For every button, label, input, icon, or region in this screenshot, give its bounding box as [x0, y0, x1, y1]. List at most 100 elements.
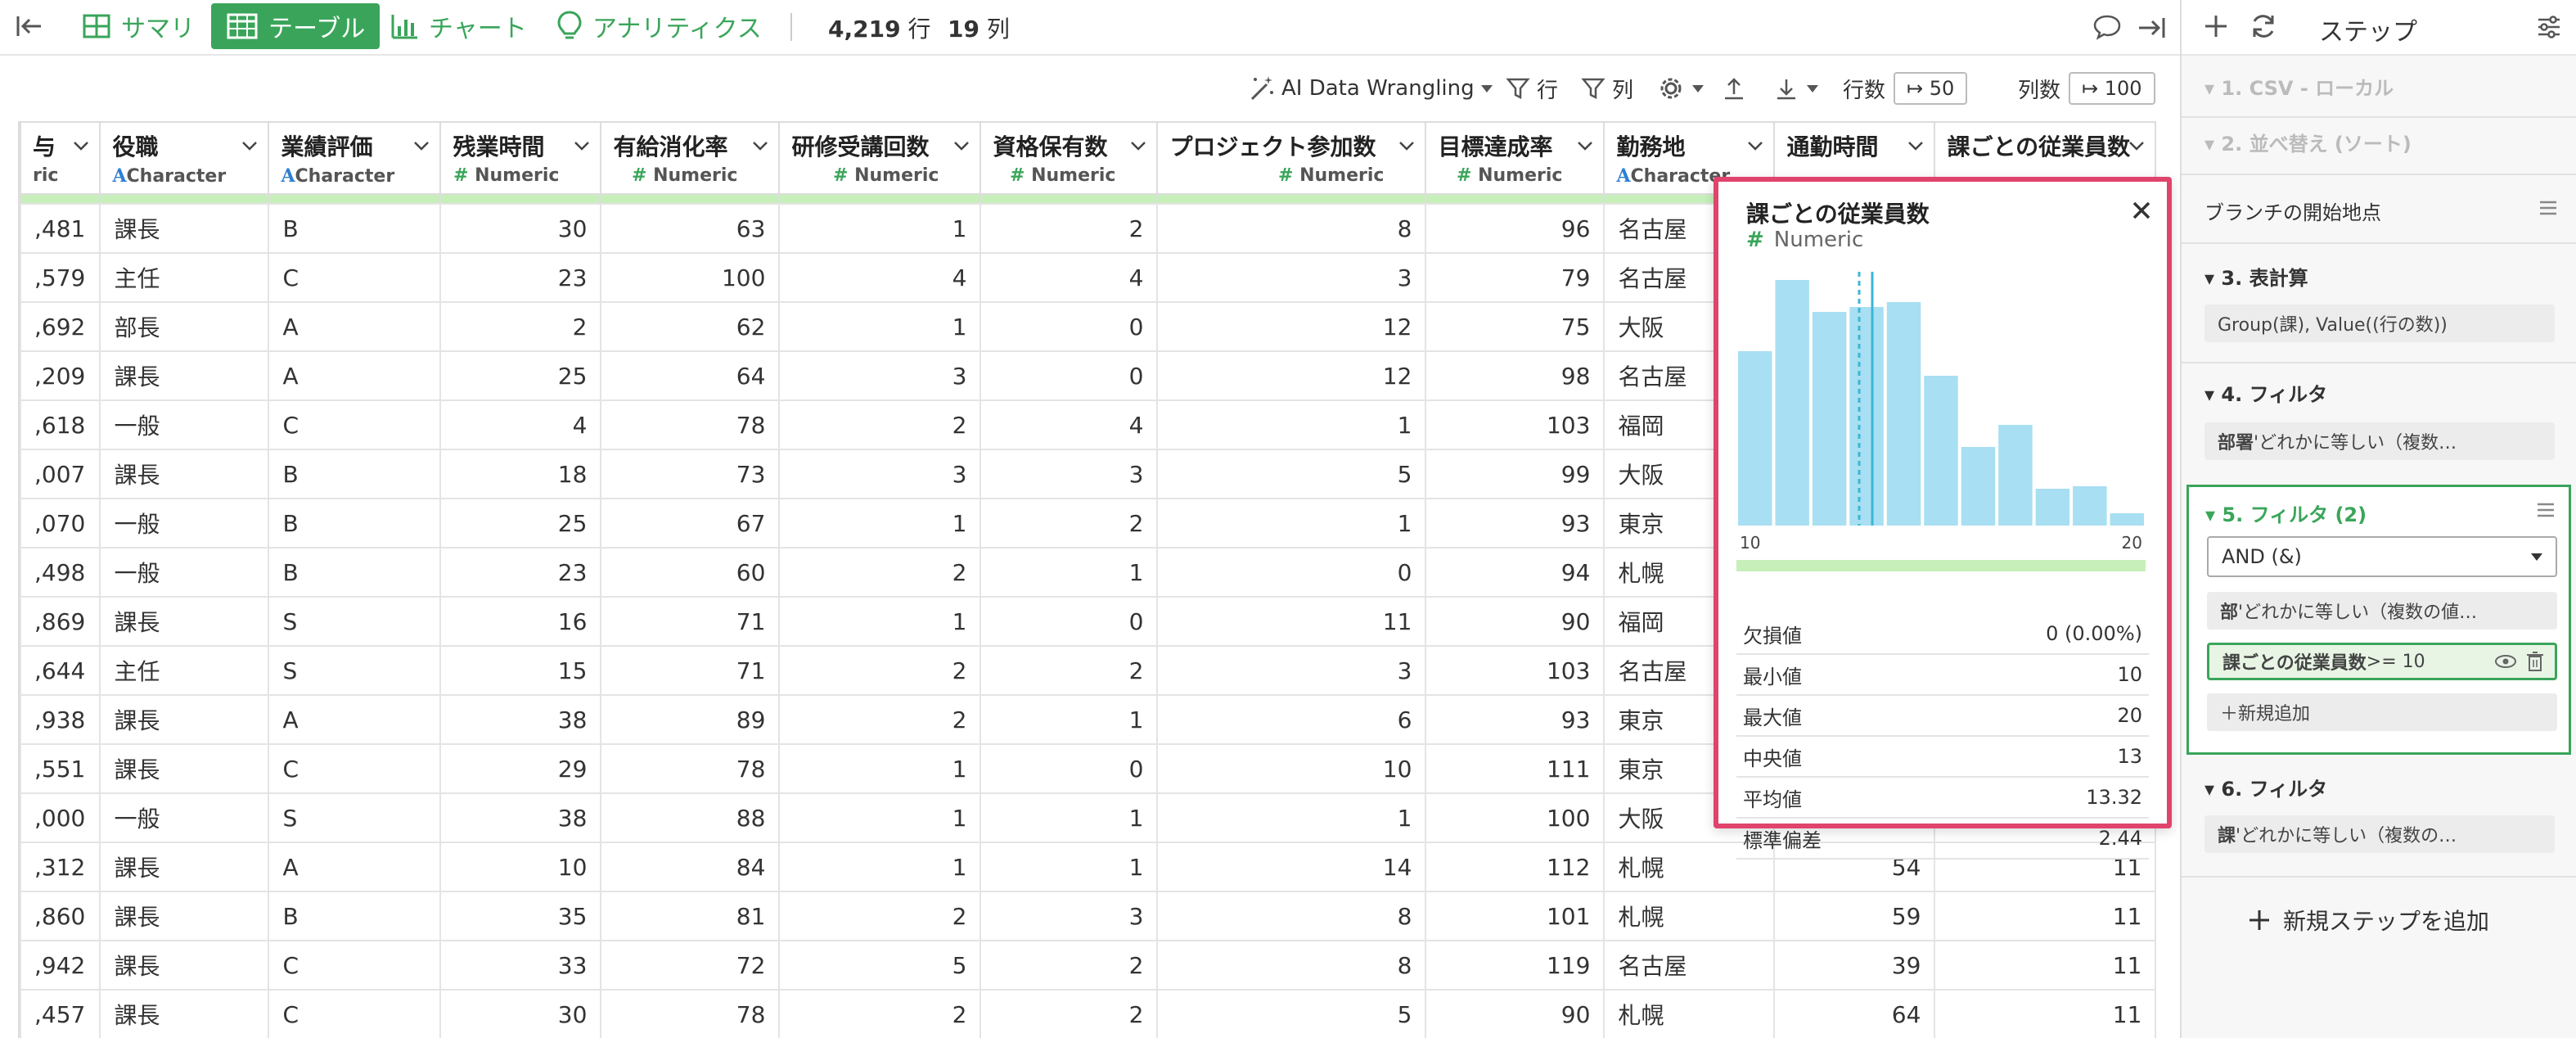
table-cell[interactable]: ,498 [20, 547, 101, 598]
table-cell[interactable]: 11 [1934, 989, 2157, 1038]
table-cell[interactable]: 3 [1156, 645, 1427, 696]
table-cell[interactable]: ,070 [20, 498, 101, 548]
table-cell[interactable]: B [268, 203, 442, 254]
table-cell[interactable]: 100 [1425, 792, 1605, 843]
column-header[interactable]: プロジェクト参加数 # Numeric [1156, 121, 1427, 195]
table-cell[interactable]: A [268, 301, 442, 352]
table-cell[interactable]: 1 [980, 792, 1159, 843]
table-cell[interactable]: 8 [1156, 891, 1427, 941]
table-cell[interactable]: 1 [1156, 498, 1427, 548]
table-cell[interactable]: 課長 [99, 989, 270, 1038]
table-cell[interactable]: 課長 [99, 842, 270, 892]
table-cell[interactable]: 103 [1425, 645, 1605, 696]
table-cell[interactable]: 課長 [99, 350, 270, 401]
menu-icon[interactable] [2537, 196, 2560, 224]
table-cell[interactable]: 課長 [99, 891, 270, 941]
table-cell[interactable]: 札幌 [1603, 891, 1776, 941]
table-cell[interactable]: ,312 [20, 842, 101, 892]
table-cell[interactable]: 33 [439, 940, 602, 991]
table-cell[interactable]: 1 [980, 547, 1159, 598]
table-cell[interactable]: 4 [980, 252, 1159, 303]
table-cell[interactable]: 主任 [99, 645, 270, 696]
table-cell[interactable]: C [268, 252, 442, 303]
table-cell[interactable]: 93 [1425, 498, 1605, 548]
table-cell[interactable]: 10 [439, 842, 602, 892]
table-cell[interactable]: S [268, 596, 442, 647]
table-cell[interactable]: 16 [439, 596, 602, 647]
table-cell[interactable]: 103 [1425, 399, 1605, 450]
table-cell[interactable]: 1 [778, 203, 982, 254]
table-cell[interactable]: 課長 [99, 203, 270, 254]
column-header[interactable]: 役職 ACharacter [99, 121, 270, 195]
table-cell[interactable]: 0 [980, 596, 1159, 647]
import-button[interactable] [1774, 72, 1826, 105]
table-cell[interactable]: 3 [1156, 252, 1427, 303]
table-cell[interactable]: 8 [1156, 940, 1427, 991]
ai-data-wrangling-button[interactable]: AI Data Wrangling [1247, 72, 1501, 105]
table-cell[interactable]: 一般 [99, 547, 270, 598]
step-1[interactable]: ▾ 1. CSV - ローカル [2204, 72, 2394, 101]
table-cell[interactable]: A [268, 694, 442, 745]
column-header[interactable]: 有給消化率 # Numeric [600, 121, 781, 195]
column-header[interactable]: 目標達成率 # Numeric [1425, 121, 1605, 195]
table-cell[interactable]: 1 [980, 842, 1159, 892]
table-cell[interactable]: 2 [778, 891, 982, 941]
table-cell[interactable]: 2 [980, 989, 1159, 1038]
table-cell[interactable]: 2 [778, 399, 982, 450]
table-cell[interactable]: ,209 [20, 350, 101, 401]
table-cell[interactable]: 名古屋 [1603, 940, 1776, 991]
table-cell[interactable]: 0 [1156, 547, 1427, 598]
chevron-down-icon[interactable] [412, 136, 431, 156]
add-condition-button[interactable]: ＋新規追加 [2207, 693, 2557, 731]
tab-analytics[interactable]: アナリティクス [556, 3, 762, 49]
column-header[interactable]: 与 ric [20, 121, 101, 195]
table-cell[interactable]: 課長 [99, 694, 270, 745]
table-cell[interactable]: 1 [778, 596, 982, 647]
table-cell[interactable]: ,860 [20, 891, 101, 941]
table-cell[interactable]: 0 [980, 301, 1159, 352]
step-5-active[interactable]: ▾ 5. フィルタ (2) AND (&) 部 'どれかに等しい（複数の値… 課… [2186, 485, 2571, 755]
table-cell[interactable]: 60 [600, 547, 781, 598]
table-cell[interactable]: ,644 [20, 645, 101, 696]
chevron-down-icon[interactable] [952, 136, 971, 156]
table-cell[interactable]: 1 [778, 792, 982, 843]
step-6[interactable]: ▾ 6. フィルタ [2204, 773, 2327, 801]
tab-table[interactable]: テーブル [211, 3, 381, 49]
table-cell[interactable]: 12 [1156, 301, 1427, 352]
table-cell[interactable]: 94 [1425, 547, 1605, 598]
table-cell[interactable]: 4 [980, 399, 1159, 450]
table-cell[interactable]: 81 [600, 891, 781, 941]
table-cell[interactable]: 11 [1156, 596, 1427, 647]
table-cell[interactable]: 119 [1425, 940, 1605, 991]
table-cell[interactable]: 98 [1425, 350, 1605, 401]
table-cell[interactable]: ,457 [20, 989, 101, 1038]
chevron-down-icon[interactable] [1128, 136, 1148, 156]
chevron-down-icon[interactable] [750, 136, 770, 156]
table-cell[interactable]: 99 [1425, 449, 1605, 499]
eye-icon[interactable] [2494, 653, 2517, 670]
step-5-condition-2[interactable]: 課ごとの従業員数 >= 10 [2207, 643, 2557, 680]
table-cell[interactable]: 35 [439, 891, 602, 941]
add-step-button[interactable]: 新規ステップを追加 [2247, 904, 2489, 936]
table-cell[interactable]: ,481 [20, 203, 101, 254]
table-cell[interactable]: 札幌 [1603, 989, 1776, 1038]
chevron-down-icon[interactable] [1575, 136, 1595, 156]
table-cell[interactable]: ,007 [20, 449, 101, 499]
comment-icon[interactable] [2092, 11, 2123, 47]
table-cell[interactable]: 課長 [99, 449, 270, 499]
table-cell[interactable]: 64 [600, 350, 781, 401]
chevron-down-icon[interactable] [1397, 136, 1416, 156]
table-cell[interactable]: B [268, 498, 442, 548]
table-cell[interactable]: B [268, 547, 442, 598]
table-cell[interactable]: C [268, 989, 442, 1038]
table-cell[interactable]: 29 [439, 743, 602, 794]
tab-chart[interactable]: チャート [390, 3, 527, 49]
table-cell[interactable]: 2 [980, 203, 1159, 254]
table-cell[interactable]: 3 [980, 891, 1159, 941]
logic-select[interactable]: AND (&) [2207, 536, 2557, 577]
table-cell[interactable]: 90 [1425, 989, 1605, 1038]
step-6-detail[interactable]: 課 'どれかに等しい（複数の… [2204, 815, 2555, 853]
table-cell[interactable]: 64 [1773, 989, 1936, 1038]
step-4[interactable]: ▾ 4. フィルタ [2204, 378, 2327, 407]
column-header[interactable]: 業績評価 ACharacter [268, 121, 442, 195]
